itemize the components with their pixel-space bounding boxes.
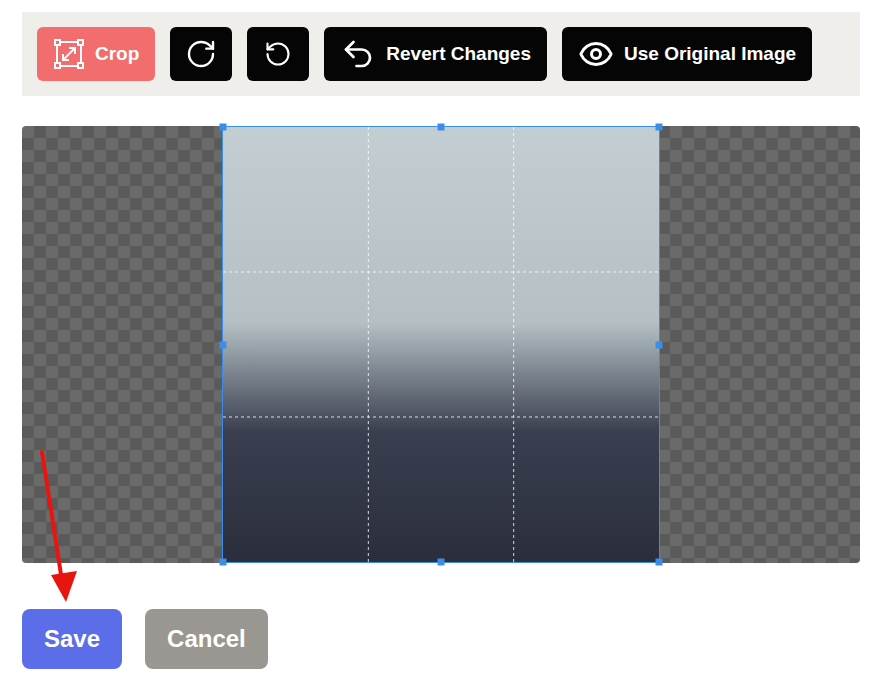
action-wrap: Cancel <box>145 609 268 669</box>
crop-handle[interactable] <box>438 124 445 131</box>
rotate-counterclockwise-icon <box>264 40 292 68</box>
photo <box>222 126 660 563</box>
crop-handle[interactable] <box>220 559 227 566</box>
eye-icon <box>578 36 614 72</box>
image-frame <box>222 126 660 563</box>
cancel-button[interactable]: Cancel <box>145 609 268 669</box>
crop-canvas <box>22 126 860 563</box>
revert-arrow-icon <box>340 36 376 72</box>
original-image-button[interactable]: Use Original Image <box>562 27 812 81</box>
action-row: Save Cancel <box>22 609 860 669</box>
crop-handle[interactable] <box>220 124 227 131</box>
rotate-right-button[interactable] <box>170 27 232 81</box>
action-wrap: Save <box>22 609 122 669</box>
crop-button[interactable]: Crop <box>37 27 155 81</box>
crop-handle[interactable] <box>438 559 445 566</box>
revert-button[interactable]: Revert Changes <box>324 27 547 81</box>
red-arrow-icon <box>22 449 82 609</box>
crop-handle[interactable] <box>656 341 663 348</box>
rotate-left-button[interactable] <box>247 27 309 81</box>
crop-box[interactable] <box>222 126 660 563</box>
image-editor: Crop Revert Changes Use Original Image Save… <box>0 0 880 688</box>
toolbar: Crop Revert Changes Use Original Image <box>22 12 860 96</box>
save-button[interactable]: Save <box>22 609 122 669</box>
crop-grid-icon <box>223 127 659 562</box>
rotate-clockwise-icon <box>185 38 217 70</box>
crop-handle[interactable] <box>656 124 663 131</box>
crop-handle[interactable] <box>656 559 663 566</box>
crop-handle[interactable] <box>220 341 227 348</box>
crop-icon <box>53 38 85 70</box>
